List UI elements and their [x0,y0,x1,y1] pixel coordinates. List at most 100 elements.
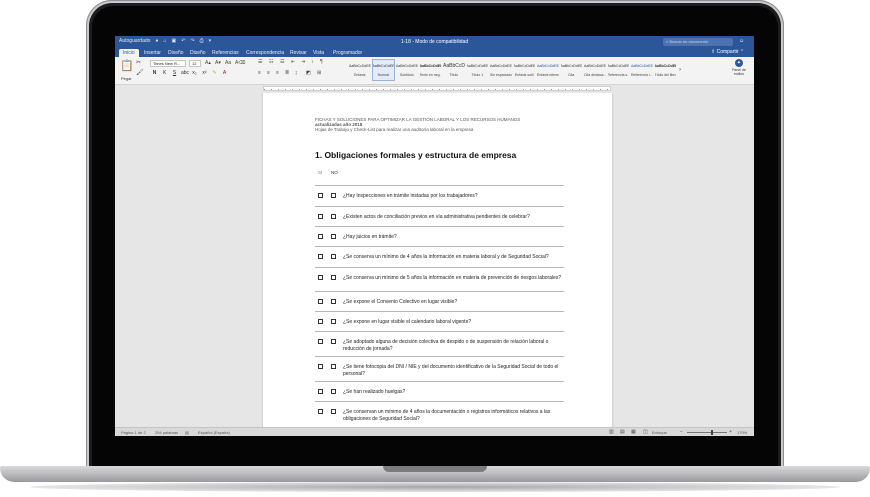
format-painter-icon[interactable]: 🖌 [136,69,144,76]
superscript-icon[interactable]: x² [201,70,208,76]
font-size-select[interactable]: 12 [189,60,201,67]
style-tile[interactable]: AaBbCcDdEE Título del libro [654,59,678,81]
share-button[interactable]: ⇧ Compartir ⌃ [711,49,744,55]
clear-format-icon[interactable]: A⌫ [235,60,245,66]
styles-pane-button[interactable]: ✦ Panel de estilos [727,59,751,76]
style-tile[interactable]: AaBbCcDdEE Cita [560,59,584,81]
style-tile[interactable]: AaBbCcDdEE Referencia i... [630,59,654,81]
clipboard-icon[interactable]: 📋 [120,59,134,72]
bullets-icon[interactable]: ☰ [258,59,262,65]
strikethrough-icon[interactable]: abc [181,70,189,76]
style-tile[interactable]: AaBbCcDdEE Énfasis sutil [513,59,537,81]
checkbox-no[interactable] [331,193,336,198]
checkbox-no[interactable] [331,319,336,324]
bold-icon[interactable]: N [151,70,158,76]
search-input[interactable]: ⌕ Buscar en documento [663,38,733,46]
page-count[interactable]: Página 1 de 2 [121,430,146,435]
language-label[interactable]: Español (España) [198,430,230,435]
proofing-icon[interactable]: ▤ [185,430,189,435]
font-name-select[interactable]: Times New R... [150,60,186,67]
tab-diseno-layout[interactable]: Diseño [186,49,210,57]
focus-icon[interactable]: ◫ [643,429,648,435]
checkbox-si[interactable] [318,193,323,198]
italic-icon[interactable]: K [161,70,168,76]
checkbox-no[interactable] [331,389,336,394]
checkbox-si[interactable] [318,364,323,369]
tab-revisar[interactable]: Revisar [286,49,311,57]
checkbox-no[interactable] [331,214,336,219]
align-left-icon[interactable]: ≡ [258,70,261,76]
checkbox-no[interactable] [331,299,336,304]
zoom-slider-handle[interactable] [711,430,713,435]
checkbox-no[interactable] [331,254,336,259]
tab-programador[interactable]: Programador [329,49,366,57]
checkbox-si[interactable] [318,299,323,304]
zoom-level[interactable]: 170% [737,430,747,435]
highlight-icon[interactable]: ✎ [211,70,218,76]
borders-icon[interactable]: ⊞ [317,70,321,76]
focus-label[interactable]: Enfoque [652,430,667,435]
align-right-icon[interactable]: ≡ [276,70,279,76]
numbering-icon[interactable]: ☷ [269,59,273,65]
paste-button[interactable]: Pegar [121,76,132,81]
align-center-icon[interactable]: ≡ [267,70,270,76]
style-tile-normal[interactable]: AaBbCcDdEE Normal [371,59,395,81]
tab-referencias[interactable]: Referencias [208,49,243,57]
tab-correspondencia[interactable]: Correspondencia [242,49,288,57]
checkbox-no[interactable] [331,364,336,369]
read-mode-icon[interactable]: ▥ [609,429,614,435]
checkbox-si[interactable] [318,339,323,344]
style-tile[interactable]: AaBbCcDdEE Cita destaca... [583,59,607,81]
line-spacing-icon[interactable]: ↨ [295,70,298,76]
multilevel-list-icon[interactable]: ☲ [280,59,284,65]
zoom-out-icon[interactable]: − [680,429,683,435]
style-tile-titulo[interactable]: AaBbCcDc Título [442,59,466,81]
print-layout-icon[interactable]: ▤ [620,429,625,435]
header-line-3: Hojas de Trabajo y Check-List para reali… [315,127,474,132]
zoom-slider[interactable] [687,432,727,433]
checkbox-no[interactable] [331,234,336,239]
checkbox-si[interactable] [318,254,323,259]
tab-insertar[interactable]: Insertar [140,49,165,57]
font-color-icon[interactable]: A [221,70,228,76]
underline-icon[interactable]: S [171,70,178,76]
status-bar: Página 1 de 2 294 palabras ▤ Español (Es… [115,427,754,436]
subscript-icon[interactable]: x₂ [191,70,198,76]
user-icon[interactable]: ☺ [739,38,744,44]
pilcrow-icon[interactable]: ¶ [320,59,323,65]
tab-vista[interactable]: Vista [309,49,328,57]
style-tile[interactable]: AaBbCcDdEE Subtítulo [395,59,419,81]
tab-inicio[interactable]: Inicio [119,49,139,57]
change-case-icon[interactable]: Aa [225,60,231,66]
shrink-font-icon[interactable]: A▾ [215,60,221,66]
checkbox-no[interactable] [331,275,336,280]
grow-font-icon[interactable]: A▴ [205,60,211,66]
checkbox-si[interactable] [318,409,323,414]
checkbox-si[interactable] [318,389,323,394]
style-tile[interactable]: AaBbCcDdEE Texto en neg... [419,59,443,81]
checkbox-si[interactable] [318,214,323,219]
tab-diseno[interactable]: Diseño [164,49,188,57]
style-tile[interactable]: AaBbCcDdEE Referencia s... [607,59,631,81]
sort-icon[interactable]: ↕ [311,59,314,65]
checkbox-si[interactable] [318,275,323,280]
word-count[interactable]: 294 palabras [155,430,178,435]
web-layout-icon[interactable]: ▦ [631,429,636,435]
style-tile[interactable]: AaBbCcDdEE Sin espaciado [489,59,513,81]
style-tile[interactable]: AaBbCcDdEE Énfasis intenso [536,59,560,81]
document-page[interactable]: FICHAS Y SOLUCIONES PARA OPTIMIZAR LA GE… [263,93,612,427]
style-tile[interactable]: AaBbCcDdEE Título 1 [466,59,490,81]
checkbox-si[interactable] [318,319,323,324]
checkbox-no[interactable] [331,339,336,344]
ruler-strip[interactable] [263,86,611,91]
justify-icon[interactable]: ≣ [285,70,289,76]
zoom-in-icon[interactable]: + [729,429,732,435]
shading-icon[interactable]: ◩ [306,70,311,76]
style-sample: AaBbCcDdEE [584,64,606,68]
cut-icon[interactable]: ✂ [136,59,141,66]
style-tile[interactable]: AaBbCcDdEE Énfasis [348,59,372,81]
decrease-indent-icon[interactable]: ⇤ [291,59,295,65]
increase-indent-icon[interactable]: ⇥ [301,59,305,65]
checkbox-no[interactable] [331,409,336,414]
checkbox-si[interactable] [318,234,323,239]
